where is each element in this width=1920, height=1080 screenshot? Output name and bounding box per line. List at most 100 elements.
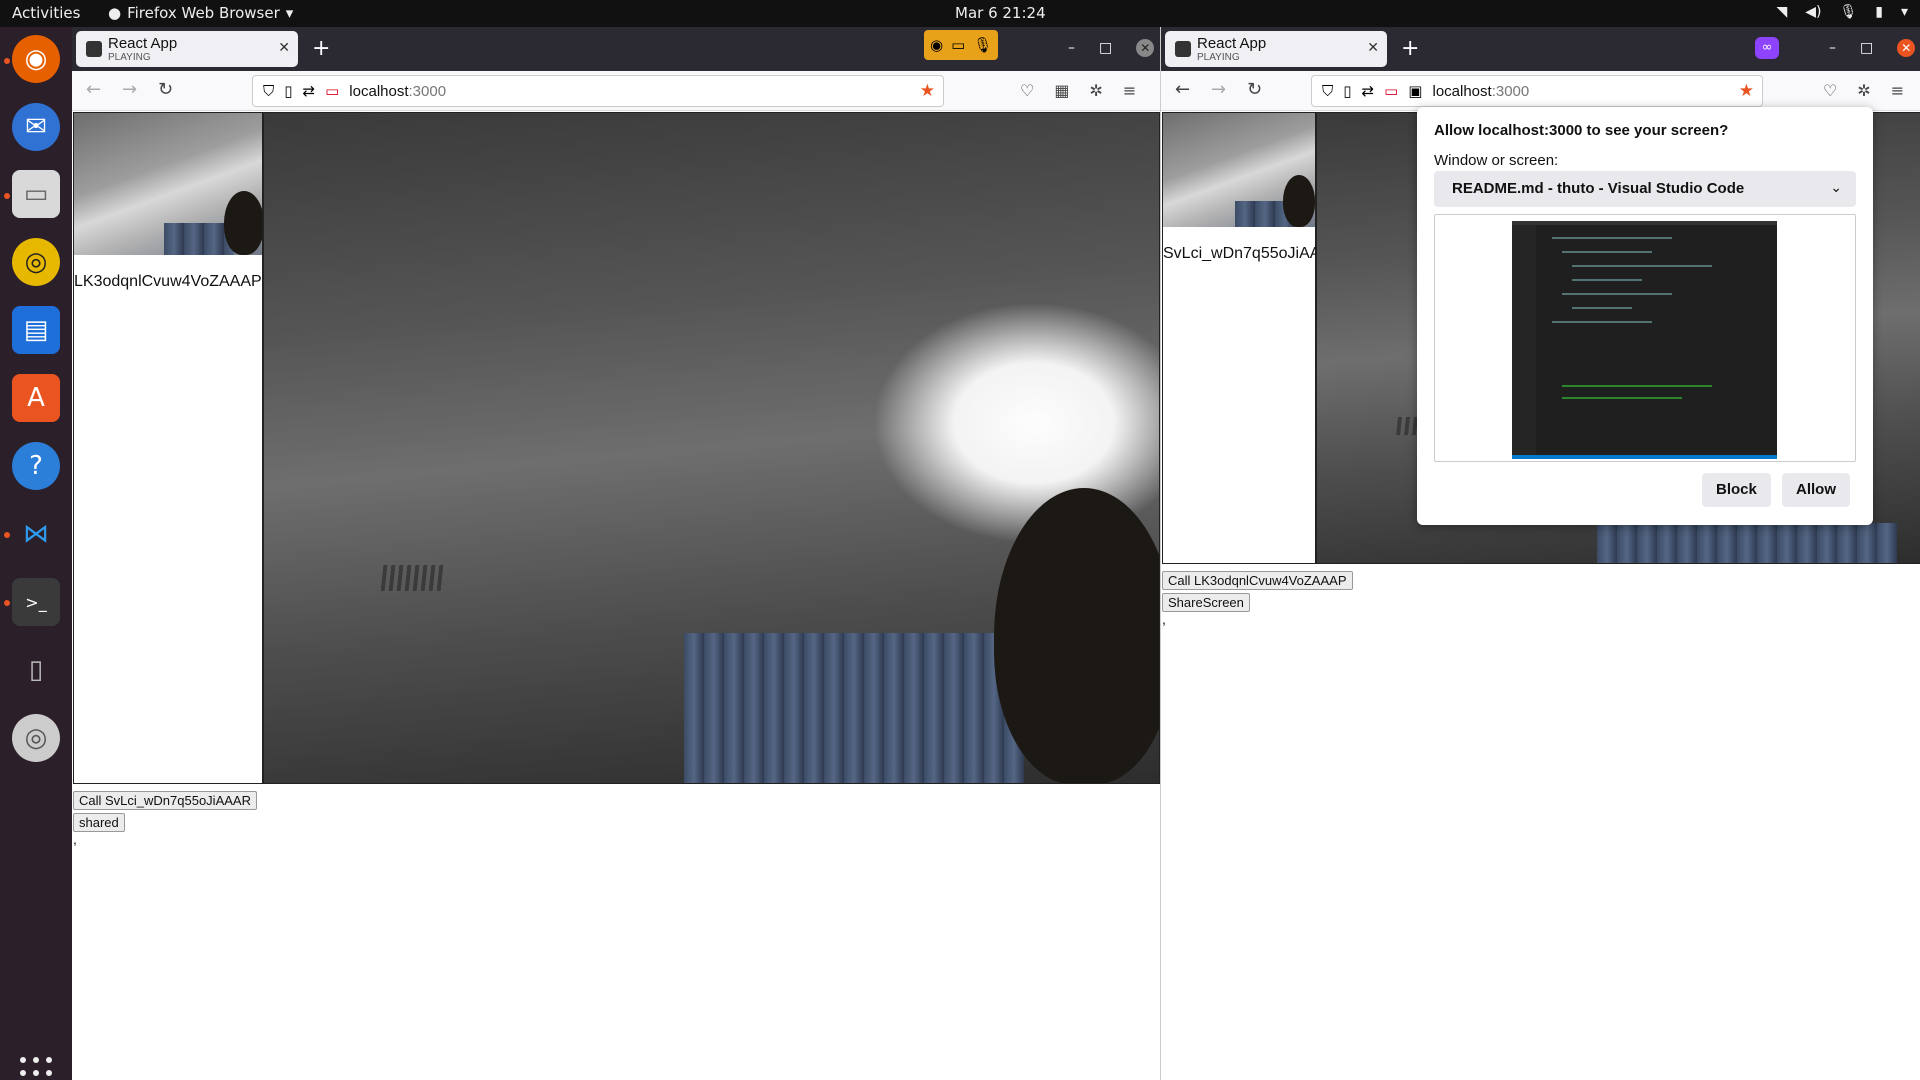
call-button[interactable]: Call LK3odqnlCvuw4VoZAAAP (1162, 571, 1353, 590)
app-menu-label: Firefox Web Browser (127, 4, 280, 22)
reload-icon[interactable]: ↻ (158, 79, 173, 100)
microphone-icon: 🎙 (1839, 4, 1858, 20)
close-tab-icon[interactable]: ✕ (1367, 40, 1379, 56)
tab-react-app[interactable]: React App PLAYING ✕ (1165, 31, 1387, 67)
stray-text: , (73, 831, 77, 847)
camera-sharing-icon[interactable]: ▭ (325, 82, 339, 100)
local-video (1163, 113, 1315, 227)
menu-icon[interactable]: ≡ (1123, 81, 1136, 100)
close-window-icon[interactable]: ✕ (1136, 39, 1155, 57)
help-icon[interactable]: ? (12, 442, 60, 490)
curtain (1597, 523, 1897, 563)
extension-icon[interactable]: ▦ (1054, 81, 1069, 100)
tab-title: React App (108, 35, 178, 52)
close-tab-icon[interactable]: ✕ (278, 40, 290, 56)
url-host: localhost (1432, 83, 1492, 100)
activities-button[interactable]: Activities (12, 4, 80, 22)
running-indicator (4, 600, 10, 606)
screen-share-icon[interactable]: ▣ (1408, 82, 1422, 100)
url-port: :3000 (1491, 83, 1530, 100)
maximize-icon[interactable]: □ (1860, 40, 1873, 56)
firefox-small-icon: ● (108, 4, 122, 22)
minimize-icon[interactable]: – (1829, 40, 1836, 56)
url-host: localhost (349, 83, 409, 100)
terminal-icon[interactable]: >_ (12, 578, 60, 626)
nav-bar: ← → ↻ ⛉ ▯ ⇄ ▭ localhost:3000 ★ ♡ ▦ ✲ ≡ (72, 71, 1160, 111)
toolbar-icons: ♡ ▦ ✲ ≡ (1020, 81, 1136, 100)
thumbnail-code-line (1562, 251, 1652, 253)
files-icon[interactable]: ▭ (12, 170, 60, 218)
tab-bar: React App PLAYING ✕ + ◉ ▭ 🎙 – □ ✕ (72, 27, 1160, 71)
tab-react-app[interactable]: React App PLAYING ✕ (76, 31, 298, 67)
back-icon[interactable]: ← (86, 79, 101, 100)
dock: ◉ ✉ ▭ ◎ ▤ A ? ⋈ >_ ▯ ◎ (0, 27, 72, 1080)
pocket-icon[interactable]: ♡ (1823, 81, 1837, 100)
app-menu[interactable]: ● Firefox Web Browser ▾ (108, 4, 293, 22)
volume-icon: ◀) (1805, 4, 1822, 20)
shield-icon[interactable]: ⛉ (1322, 82, 1333, 100)
permissions-icon[interactable]: ⇄ (303, 82, 316, 100)
minimize-icon[interactable]: – (1068, 40, 1075, 56)
vscode-thumbnail (1512, 221, 1777, 459)
toolbar-icons: ♡ ✲ ≡ (1823, 81, 1904, 100)
battery-icon: ▮ (1875, 4, 1883, 20)
call-button[interactable]: Call SvLci_wDn7q55oJiAAAR (73, 791, 257, 810)
window-select[interactable]: README.md - thuto - Visual Studio Code ⌄ (1434, 171, 1856, 207)
maximize-icon[interactable]: □ (1099, 40, 1112, 56)
browser-window-left: React App PLAYING ✕ + ◉ ▭ 🎙 – □ ✕ ← → ↻ … (72, 27, 1160, 1080)
curtain (684, 633, 1024, 783)
permissions-icon[interactable]: ⇄ (1362, 82, 1375, 100)
new-tab-icon[interactable]: + (312, 36, 330, 61)
remote-video (263, 112, 1160, 784)
sharing-indicator[interactable]: ◉ ▭ 🎙 (924, 30, 999, 60)
url-bar[interactable]: ⛉ ▯ ⇄ ▭ localhost:3000 ★ (252, 75, 944, 107)
person (994, 488, 1159, 783)
menu-icon[interactable]: ≡ (1891, 81, 1904, 100)
thumbnail-code-line (1562, 293, 1672, 295)
window-controls: – □ ✕ (1068, 39, 1155, 57)
page-icon[interactable]: ▯ (1343, 82, 1351, 100)
running-indicator (4, 193, 10, 199)
clock[interactable]: Mar 6 21:24 (955, 4, 1046, 22)
running-indicator (4, 532, 10, 538)
new-tab-icon[interactable]: + (1401, 36, 1419, 61)
private-browsing-icon: ∞ (1755, 37, 1779, 59)
system-tray[interactable]: ◥ ◀) 🎙 ▮ ▾ (1776, 4, 1908, 20)
forward-icon[interactable]: → (122, 79, 137, 100)
window-preview (1434, 214, 1856, 462)
forward-icon[interactable]: → (1211, 79, 1226, 100)
bookmark-star-icon[interactable]: ★ (920, 81, 935, 101)
rhythmbox-icon[interactable]: ◎ (12, 238, 60, 286)
removable-drive-icon[interactable]: ▯ (12, 646, 60, 694)
thumbnail-terminal-line (1562, 397, 1682, 399)
pocket-icon[interactable]: ♡ (1020, 81, 1034, 100)
app-center-icon[interactable]: A (12, 374, 60, 422)
shield-icon[interactable]: ⛉ (263, 82, 274, 100)
reload-icon[interactable]: ↻ (1247, 79, 1262, 100)
extension-bug-icon[interactable]: ✲ (1089, 81, 1102, 100)
allow-button[interactable]: Allow (1782, 473, 1850, 507)
thumbnail-code-line (1552, 237, 1672, 239)
shared-button[interactable]: shared (73, 813, 125, 832)
chevron-down-icon: ▾ (285, 4, 294, 22)
thumbnail-code-line (1572, 265, 1712, 267)
vscode-icon[interactable]: ⋈ (12, 510, 60, 558)
thumbnail-sidebar (1512, 225, 1536, 459)
page-icon[interactable]: ▯ (284, 82, 292, 100)
microphone-icon: 🎙 (973, 36, 993, 54)
screen-share-permission-dialog: Allow localhost:3000 to see your screen?… (1417, 107, 1873, 525)
camera-sharing-icon[interactable]: ▭ (1384, 82, 1398, 100)
close-window-icon[interactable]: ✕ (1897, 39, 1916, 57)
block-button[interactable]: Block (1702, 473, 1771, 507)
firefox-icon[interactable]: ◉ (12, 35, 60, 83)
share-screen-button[interactable]: ShareScreen (1162, 593, 1250, 612)
writer-icon[interactable]: ▤ (12, 306, 60, 354)
back-icon[interactable]: ← (1175, 79, 1190, 100)
dvd-icon[interactable]: ◎ (12, 714, 60, 762)
local-video (74, 113, 262, 255)
thunderbird-icon[interactable]: ✉ (12, 103, 60, 151)
url-bar[interactable]: ⛉ ▯ ⇄ ▭ ▣ localhost:3000 ★ (1311, 75, 1763, 107)
bookmark-star-icon[interactable]: ★ (1739, 81, 1754, 101)
show-applications-icon[interactable] (20, 1057, 52, 1080)
extension-bug-icon[interactable]: ✲ (1857, 81, 1870, 100)
